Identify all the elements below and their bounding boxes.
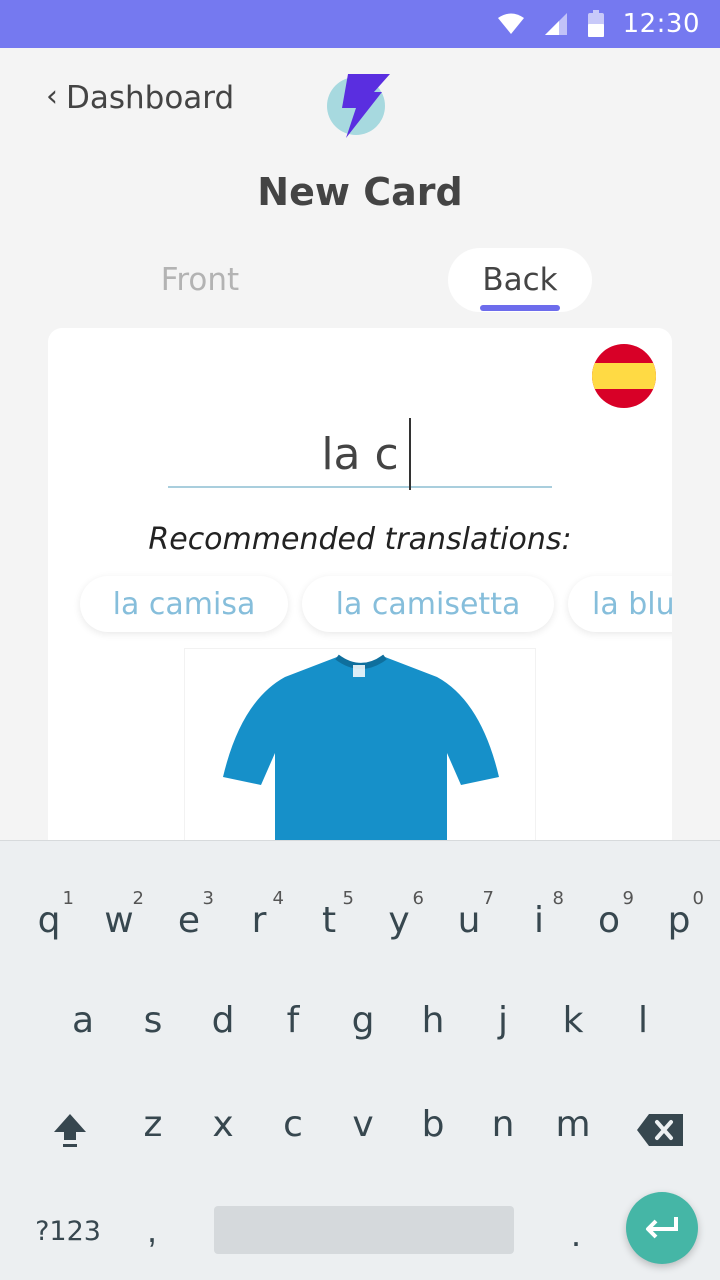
key-c[interactable]: c [258,1080,328,1170]
suggestion-chip[interactable]: la camisa [80,576,288,632]
key-o[interactable]: o9 [574,876,644,966]
chevron-left-icon: ‹ [46,78,58,114]
text-caret [409,418,411,490]
key-a[interactable]: a [48,976,118,1066]
space-key[interactable] [214,1206,514,1254]
lightning-logo-icon [327,74,390,138]
key-x[interactable]: x [188,1080,258,1170]
backspace-key[interactable] [630,1100,690,1160]
key-u[interactable]: u7 [434,876,504,966]
spain-flag-icon[interactable] [592,344,656,408]
key-y[interactable]: y6 [364,876,434,966]
battery-icon [587,10,604,37]
key-e[interactable]: e3 [154,876,224,966]
recommended-label: Recommended translations: [148,522,572,557]
key-d[interactable]: d [188,976,258,1066]
card-editor: Recommended translations: la camisa la c… [48,328,672,888]
shift-key[interactable] [40,1100,100,1160]
key-b[interactable]: b [398,1080,468,1170]
comma-key[interactable]: , [130,1190,174,1270]
key-t[interactable]: t5 [294,876,364,966]
active-tab-indicator [480,305,560,311]
key-h[interactable]: h [398,976,468,1066]
signal-icon [544,13,567,35]
key-w[interactable]: w2 [84,876,154,966]
status-bar: 12:30 [0,0,720,48]
key-m[interactable]: m [538,1080,608,1170]
key-k[interactable]: k [538,976,608,1066]
key-r[interactable]: r4 [224,876,294,966]
enter-key[interactable] [626,1192,698,1264]
key-g[interactable]: g [328,976,398,1066]
key-s[interactable]: s [118,976,188,1066]
backspace-icon [637,1114,683,1146]
tab-back[interactable]: Back [448,248,592,312]
key-n[interactable]: n [468,1080,538,1170]
suggestion-chip[interactable]: la blu [568,576,672,632]
tab-front[interactable]: Front [130,248,270,312]
key-i[interactable]: i8 [504,876,574,966]
shift-arrow-icon [54,1114,86,1147]
key-j[interactable]: j [468,976,538,1066]
back-to-dashboard-link[interactable]: ‹ Dashboard [46,78,235,117]
key-v[interactable]: v [328,1080,398,1170]
key-f[interactable]: f [258,976,328,1066]
key-p[interactable]: p0 [644,876,714,966]
key-q[interactable]: q1 [14,876,84,966]
key-l[interactable]: l [608,976,678,1066]
back-word-input[interactable] [168,422,552,488]
symbols-key[interactable]: ?123 [28,1192,108,1272]
key-z[interactable]: z [118,1080,188,1170]
period-key[interactable]: . [556,1194,596,1274]
page-title: New Card [257,170,463,214]
enter-arrow-icon [646,1217,678,1239]
wifi-icon [497,13,524,34]
back-label: Dashboard [66,80,235,116]
suggestion-chip[interactable]: la camisetta [302,576,554,632]
clock: 12:30 [622,9,700,39]
